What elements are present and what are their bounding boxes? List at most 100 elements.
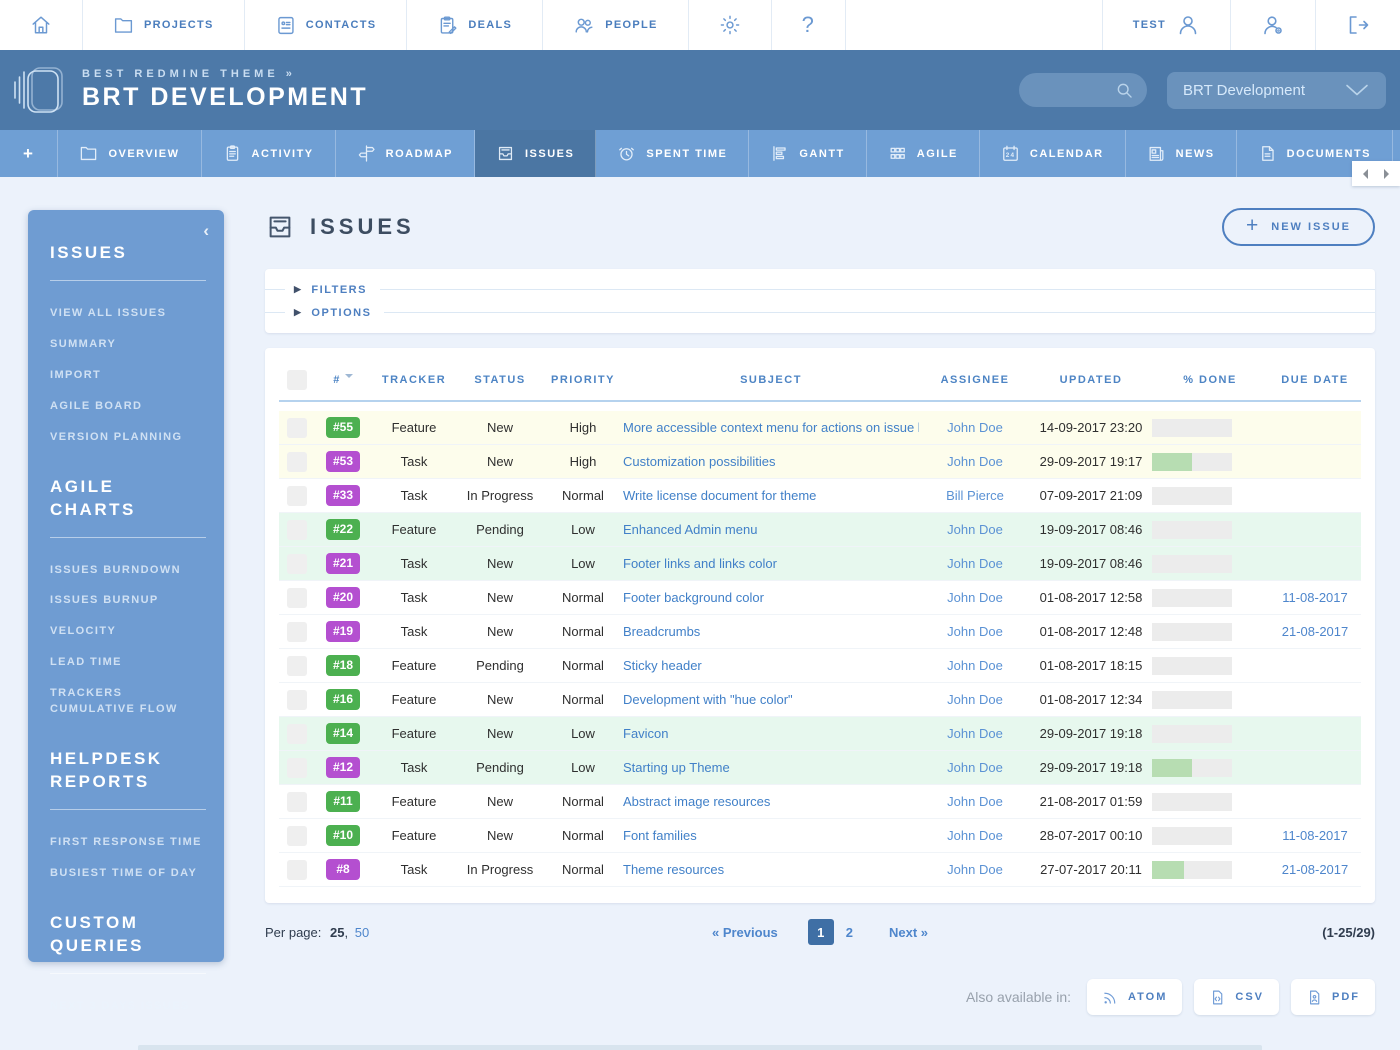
issue-id-badge[interactable]: #19 <box>326 621 360 642</box>
search-input[interactable] <box>1031 82 1114 99</box>
column-header-status[interactable]: STATUS <box>457 374 543 386</box>
table-row[interactable]: #19 Task New Normal Breadcrumbs John Doe… <box>279 615 1361 649</box>
sidebar-link-first-response-time[interactable]: FIRST RESPONSE TIME <box>50 835 204 851</box>
sidebar-link-lead-time[interactable]: LEAD TIME <box>50 655 204 671</box>
row-checkbox[interactable] <box>287 622 307 642</box>
issue-subject-link[interactable]: Abstract image resources <box>623 794 770 809</box>
assignee-link[interactable]: John Doe <box>947 522 1003 537</box>
sidebar-link-agile-board[interactable]: AGILE BOARD <box>50 399 204 415</box>
issue-subject-link[interactable]: Favicon <box>623 726 669 741</box>
column-header-tracker[interactable]: TRACKER <box>371 374 457 386</box>
assignee-link[interactable]: John Doe <box>947 828 1003 843</box>
deals-button[interactable]: DEALS <box>407 0 543 50</box>
issue-id-badge[interactable]: #18 <box>326 655 360 676</box>
issue-id-badge[interactable]: #10 <box>326 825 360 846</box>
logout-button[interactable] <box>1315 0 1400 50</box>
search-icon[interactable] <box>1114 80 1135 101</box>
table-row[interactable]: #11 Feature New Normal Abstract image re… <box>279 785 1361 819</box>
nav-item-gantt[interactable]: GANTT <box>749 130 866 177</box>
assignee-link[interactable]: Bill Pierce <box>946 488 1004 503</box>
row-checkbox[interactable] <box>287 520 307 540</box>
assignee-link[interactable]: John Doe <box>947 556 1003 571</box>
options-toggle[interactable]: ▶ OPTIONS <box>265 301 1375 324</box>
nav-item-spent-time[interactable]: SPENT TIME <box>596 130 749 177</box>
row-checkbox[interactable] <box>287 860 307 880</box>
sidebar-link-import[interactable]: IMPORT <box>50 368 204 384</box>
table-row[interactable]: #53 Task New High Customization possibil… <box>279 445 1361 479</box>
issue-subject-link[interactable]: More accessible context menu for actions… <box>623 420 919 435</box>
issue-subject-link[interactable]: Font families <box>623 828 697 843</box>
sidebar-link-view-all-issues[interactable]: VIEW ALL ISSUES <box>50 306 204 322</box>
table-row[interactable]: #12 Task Pending Low Starting up Theme J… <box>279 751 1361 785</box>
issue-id-badge[interactable]: #55 <box>326 417 360 438</box>
account-button[interactable] <box>1230 0 1315 50</box>
sidebar-link-next-3-days-issues[interactable]: NEXT 3 DAYS ISSUES <box>50 999 204 1015</box>
table-row[interactable]: #8 Task In Progress Normal Theme resourc… <box>279 853 1361 887</box>
nav-item-overview[interactable]: OVERVIEW <box>58 130 201 177</box>
row-checkbox[interactable] <box>287 486 307 506</box>
issue-subject-link[interactable]: Sticky header <box>623 658 702 673</box>
export-atom-button[interactable]: ATOM <box>1087 979 1182 1015</box>
filters-toggle[interactable]: ▶ FILTERS <box>265 278 1375 301</box>
issue-id-badge[interactable]: #12 <box>326 757 360 778</box>
table-row[interactable]: #20 Task New Normal Footer background co… <box>279 581 1361 615</box>
row-checkbox[interactable] <box>287 452 307 472</box>
table-row[interactable]: #16 Feature New Normal Development with … <box>279 683 1361 717</box>
next-page-link[interactable]: Next » <box>889 925 928 940</box>
issue-id-badge[interactable]: #22 <box>326 519 360 540</box>
project-selector[interactable]: BRT Development <box>1167 72 1386 109</box>
nav-item-issues[interactable]: ISSUES <box>475 130 596 177</box>
row-checkbox[interactable] <box>287 588 307 608</box>
assignee-link[interactable]: John Doe <box>947 658 1003 673</box>
current-page[interactable]: 1 <box>808 919 834 945</box>
issue-subject-link[interactable]: Footer background color <box>623 590 764 605</box>
contacts-button[interactable]: CONTACTS <box>245 0 408 50</box>
issue-subject-link[interactable]: Theme resources <box>623 862 724 877</box>
assignee-link[interactable]: John Doe <box>947 454 1003 469</box>
projects-button[interactable]: PROJECTS <box>83 0 245 50</box>
issue-subject-link[interactable]: Starting up Theme <box>623 760 730 775</box>
issue-subject-link[interactable]: Footer links and links color <box>623 556 777 571</box>
sidebar-link-issues-burnup[interactable]: ISSUES BURNUP <box>50 593 204 609</box>
assignee-link[interactable]: John Doe <box>947 692 1003 707</box>
row-checkbox[interactable] <box>287 656 307 676</box>
export-pdf-button[interactable]: PDF <box>1291 979 1375 1015</box>
issue-subject-link[interactable]: Customization possibilities <box>623 454 775 469</box>
row-checkbox[interactable] <box>287 826 307 846</box>
people-button[interactable]: PEOPLE <box>543 0 688 50</box>
issue-subject-link[interactable]: Write license document for theme <box>623 488 816 503</box>
table-row[interactable]: #22 Feature Pending Low Enhanced Admin m… <box>279 513 1361 547</box>
column-header-due-date[interactable]: DUE DATE <box>1269 374 1361 386</box>
issue-id-badge[interactable]: #11 <box>326 791 360 812</box>
column-header-assignee[interactable]: ASSIGNEE <box>919 374 1031 386</box>
column-header-id[interactable]: # <box>315 374 371 386</box>
sidebar-collapse-icon[interactable]: ‹ <box>203 222 209 239</box>
help-button[interactable]: ? <box>772 0 847 50</box>
assignee-link[interactable]: John Doe <box>947 794 1003 809</box>
per-page-25[interactable]: 25 <box>330 925 344 940</box>
export-csv-button[interactable]: CSV <box>1194 979 1279 1015</box>
per-page-50[interactable]: 50 <box>355 925 369 940</box>
issue-id-badge[interactable]: #20 <box>326 587 360 608</box>
sidebar-link-version-planning[interactable]: VERSION PLANNING <box>50 430 204 446</box>
previous-page-link[interactable]: « Previous <box>712 925 778 940</box>
select-all-checkbox[interactable] <box>287 370 307 390</box>
row-checkbox[interactable] <box>287 792 307 812</box>
page-2-link[interactable]: 2 <box>846 925 853 940</box>
issue-subject-link[interactable]: Breadcrumbs <box>623 624 700 639</box>
home-button[interactable] <box>0 0 83 50</box>
nav-item-news[interactable]: NEWS <box>1126 130 1237 177</box>
nav-item-activity[interactable]: ACTIVITY <box>202 130 336 177</box>
issue-id-badge[interactable]: #16 <box>326 689 360 710</box>
nav-item-agile[interactable]: AGILE <box>867 130 980 177</box>
sidebar-link-summary[interactable]: SUMMARY <box>50 337 204 353</box>
table-row[interactable]: #18 Feature Pending Normal Sticky header… <box>279 649 1361 683</box>
user-menu-button[interactable]: TEST <box>1102 0 1230 50</box>
column-header-priority[interactable]: PRIORITY <box>543 374 623 386</box>
row-checkbox[interactable] <box>287 758 307 778</box>
sidebar-link-issues-burndown[interactable]: ISSUES BURNDOWN <box>50 563 204 579</box>
column-header-subject[interactable]: SUBJECT <box>623 374 919 386</box>
issue-id-badge[interactable]: #8 <box>326 859 360 880</box>
issue-id-badge[interactable]: #21 <box>326 553 360 574</box>
table-row[interactable]: #55 Feature New High More accessible con… <box>279 411 1361 445</box>
